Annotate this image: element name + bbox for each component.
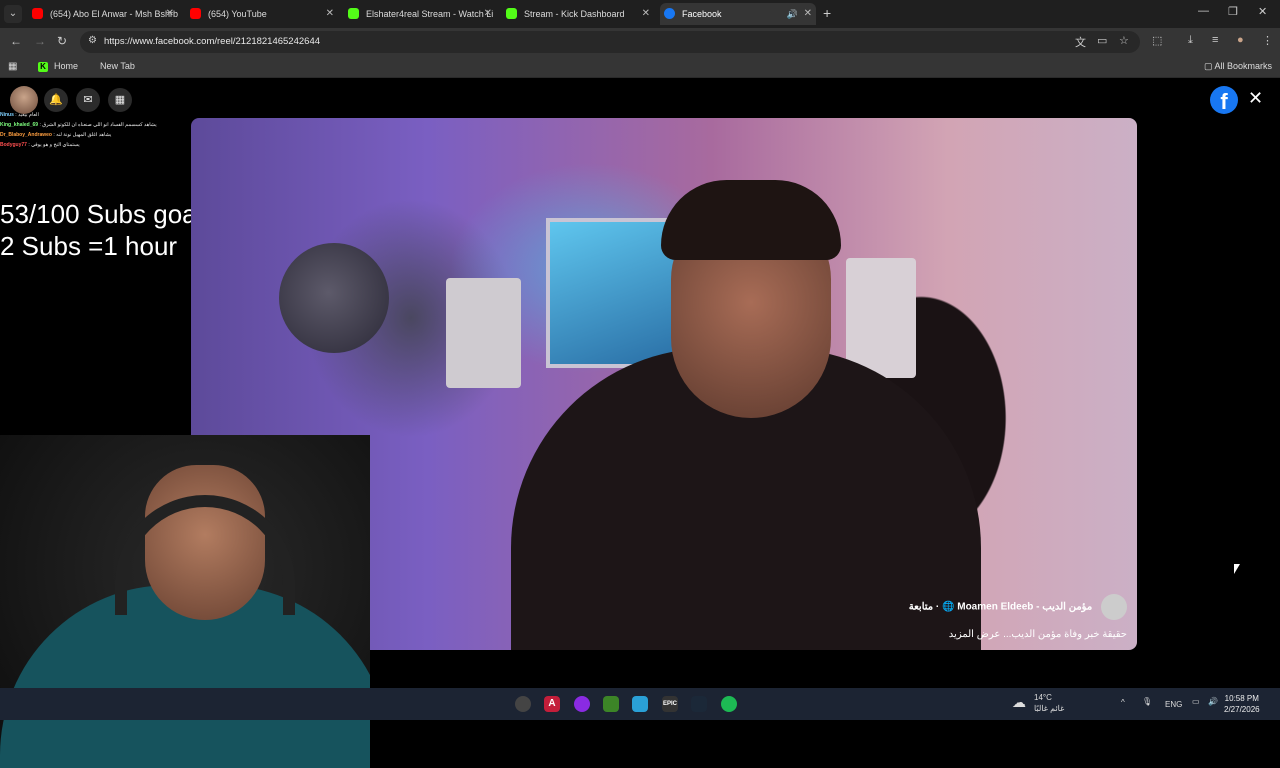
kick-icon [506, 8, 517, 19]
youtube-icon [32, 8, 43, 19]
globe-icon: 🌐 [942, 601, 955, 613]
epic-games-icon[interactable]: EPIC [662, 696, 678, 712]
tab-close-icon[interactable]: ✕ [166, 3, 174, 25]
youtube-icon [190, 8, 201, 19]
forward-button[interactable]: → [34, 34, 46, 48]
tab-facebook[interactable]: Facebook 🔊 ✕ [660, 3, 816, 25]
bookmark-new-tab[interactable]: New Tab [100, 61, 135, 71]
speaker-image [846, 258, 916, 378]
headphones-image [115, 495, 295, 615]
bookmark-star-icon[interactable]: ☆ [1119, 34, 1129, 47]
site-info-icon[interactable]: ⚙ [88, 35, 97, 46]
chat-message: Ninus : العام بيعيد [0, 112, 39, 118]
tab-label: (654) YouTube [208, 9, 267, 19]
tab-close-icon[interactable]: ✕ [326, 3, 334, 25]
browser-toolbar: ← → ↻ ⚙ https://www.facebook.com/reel/21… [0, 28, 1280, 56]
stream-chat-overlay: Ninus : العام بيعيد King_khaled_69 : يشا… [0, 110, 160, 150]
network-icon[interactable]: ▭ [1192, 697, 1200, 706]
adobe-icon[interactable]: A [544, 696, 560, 712]
folder-icon: ▢ [1204, 61, 1213, 71]
microphone-icon[interactable]: 🎙 [1142, 697, 1152, 706]
facebook-logo-icon[interactable]: f [1210, 86, 1238, 114]
tab-close-icon[interactable]: ✕ [642, 3, 650, 25]
volume-icon[interactable]: 🔊 [1208, 697, 1218, 706]
tab-label: Stream - Kick Dashboard [524, 9, 625, 19]
messenger-icon[interactable]: ✉ [76, 88, 100, 112]
close-reel-button[interactable]: ✕ [1248, 88, 1263, 109]
follow-button[interactable]: · متابعة [909, 602, 940, 613]
extensions-icon[interactable]: ⬚ [1152, 34, 1162, 47]
subs-goal-overlay: 53/100 Subs goal 2 Subs =1 hour [0, 198, 202, 262]
windows-taskbar: A EPIC ☁ 14°C غائم غالبًا ^ 🎙 ENG ▭ 🔊 10… [0, 688, 1280, 720]
minecraft-icon[interactable] [603, 696, 619, 712]
bookmarks-bar: ▦ K Home New Tab ▢ All Bookmarks [0, 56, 1280, 78]
all-bookmarks[interactable]: ▢ All Bookmarks [1204, 61, 1272, 72]
media-control-icon[interactable]: ≡ [1212, 34, 1218, 46]
apps-icon[interactable]: ▦ [8, 61, 17, 72]
tab-label: Facebook [682, 9, 722, 19]
chat-message: Dr_Blaboy_Andraweo : يشاهد اغلق المهيل ن… [0, 132, 112, 138]
close-window-icon[interactable]: ✕ [1258, 5, 1267, 18]
weather-desc[interactable]: غائم غالبًا [1034, 704, 1064, 713]
tab-abo-el-anwar[interactable]: (654) Abo El Anwar - Msh Bshrb ✕ [28, 3, 178, 25]
speaker-image [446, 278, 521, 388]
downloads-icon[interactable]: ⤓ [1188, 34, 1193, 47]
tab-strip: ⌄ (654) Abo El Anwar - Msh Bshrb ✕ (654)… [0, 0, 1280, 28]
reload-button[interactable]: ↻ [57, 34, 67, 48]
language-indicator[interactable]: ENG [1165, 700, 1182, 709]
facebook-reel-viewer: 🔔 ✉ ▦ Ninus : العام بيعيد King_khaled_69… [0, 80, 1280, 768]
tab-close-icon[interactable]: ✕ [804, 3, 812, 25]
menu-grid-icon[interactable]: ▦ [108, 88, 132, 112]
facebook-icon [664, 8, 675, 19]
profile-icon[interactable]: ● [1237, 34, 1244, 46]
app-icon[interactable] [632, 696, 648, 712]
microphone-image [279, 243, 389, 353]
bookmark-home[interactable]: K Home [38, 61, 78, 72]
channel-avatar[interactable] [1101, 594, 1127, 620]
all-bookmarks-label: All Bookmarks [1214, 61, 1273, 71]
tab-kick-dashboard[interactable]: Stream - Kick Dashboard ✕ [502, 3, 654, 25]
new-tab-button[interactable]: + [823, 5, 831, 21]
person-hair [661, 180, 841, 260]
audio-playing-icon[interactable]: 🔊 [787, 3, 798, 25]
url-text[interactable]: https://www.facebook.com/reel/2121821465… [104, 36, 320, 47]
app-icon[interactable] [574, 696, 590, 712]
menu-icon[interactable]: ⋮ [1262, 34, 1273, 47]
notifications-icon[interactable]: 🔔 [44, 88, 68, 112]
restore-icon[interactable]: ❐ [1228, 5, 1238, 18]
tab-label: (654) Abo El Anwar - Msh Bshrb [50, 9, 178, 19]
address-bar[interactable]: ⚙ https://www.facebook.com/reel/21218214… [80, 31, 1140, 53]
weather-temp[interactable]: 14°C [1034, 693, 1052, 702]
clock-date: 2/27/2026 [1224, 705, 1260, 714]
weather-cloud-icon[interactable]: ☁ [1012, 694, 1026, 711]
chat-message: King_khaled_69 : يشاهد كسسمم الفساد انو … [0, 122, 157, 128]
clock-time: 10:58 PM [1224, 694, 1259, 703]
obs-icon[interactable] [515, 696, 531, 712]
system-clock[interactable]: 10:58 PM 2/27/2026 [1224, 693, 1260, 715]
reel-caption[interactable]: حقيقة خبر وفاة مؤمن الديب... عرض المزيد [949, 629, 1127, 640]
tab-search-icon[interactable]: ⌄ [4, 5, 22, 23]
mouse-cursor [1234, 564, 1240, 574]
subs-rule-text: 2 Subs =1 hour [0, 231, 178, 261]
reel-channel-info: مؤمن الديب - Moamen Eldeeb 🌐 · متابعة [909, 594, 1127, 620]
kick-icon [348, 8, 359, 19]
tab-close-icon[interactable]: ✕ [484, 3, 492, 25]
chevron-up-icon[interactable]: ^ [1121, 698, 1125, 707]
kick-icon: K [38, 61, 48, 72]
back-button[interactable]: ← [10, 34, 22, 48]
tab-youtube[interactable]: (654) YouTube ✕ [186, 3, 338, 25]
spotify-icon[interactable] [721, 696, 737, 712]
channel-name[interactable]: مؤمن الديب - Moamen Eldeeb [957, 602, 1092, 613]
bookmark-label: Home [54, 61, 79, 71]
minimize-icon[interactable]: — [1198, 5, 1209, 17]
tab-label: Elshater4real Stream - Watch Li [366, 9, 494, 19]
subs-goal-text: 53/100 Subs goal [0, 199, 203, 229]
translate-icon[interactable]: 文 [1075, 34, 1086, 50]
tab-elshater-stream[interactable]: Elshater4real Stream - Watch Li ✕ [344, 3, 496, 25]
steam-icon[interactable] [691, 696, 707, 712]
cast-icon[interactable]: ▭ [1097, 34, 1107, 47]
chat-message: Bodyguy77 : يستمتاي النخ و هو يوفي [0, 142, 80, 148]
